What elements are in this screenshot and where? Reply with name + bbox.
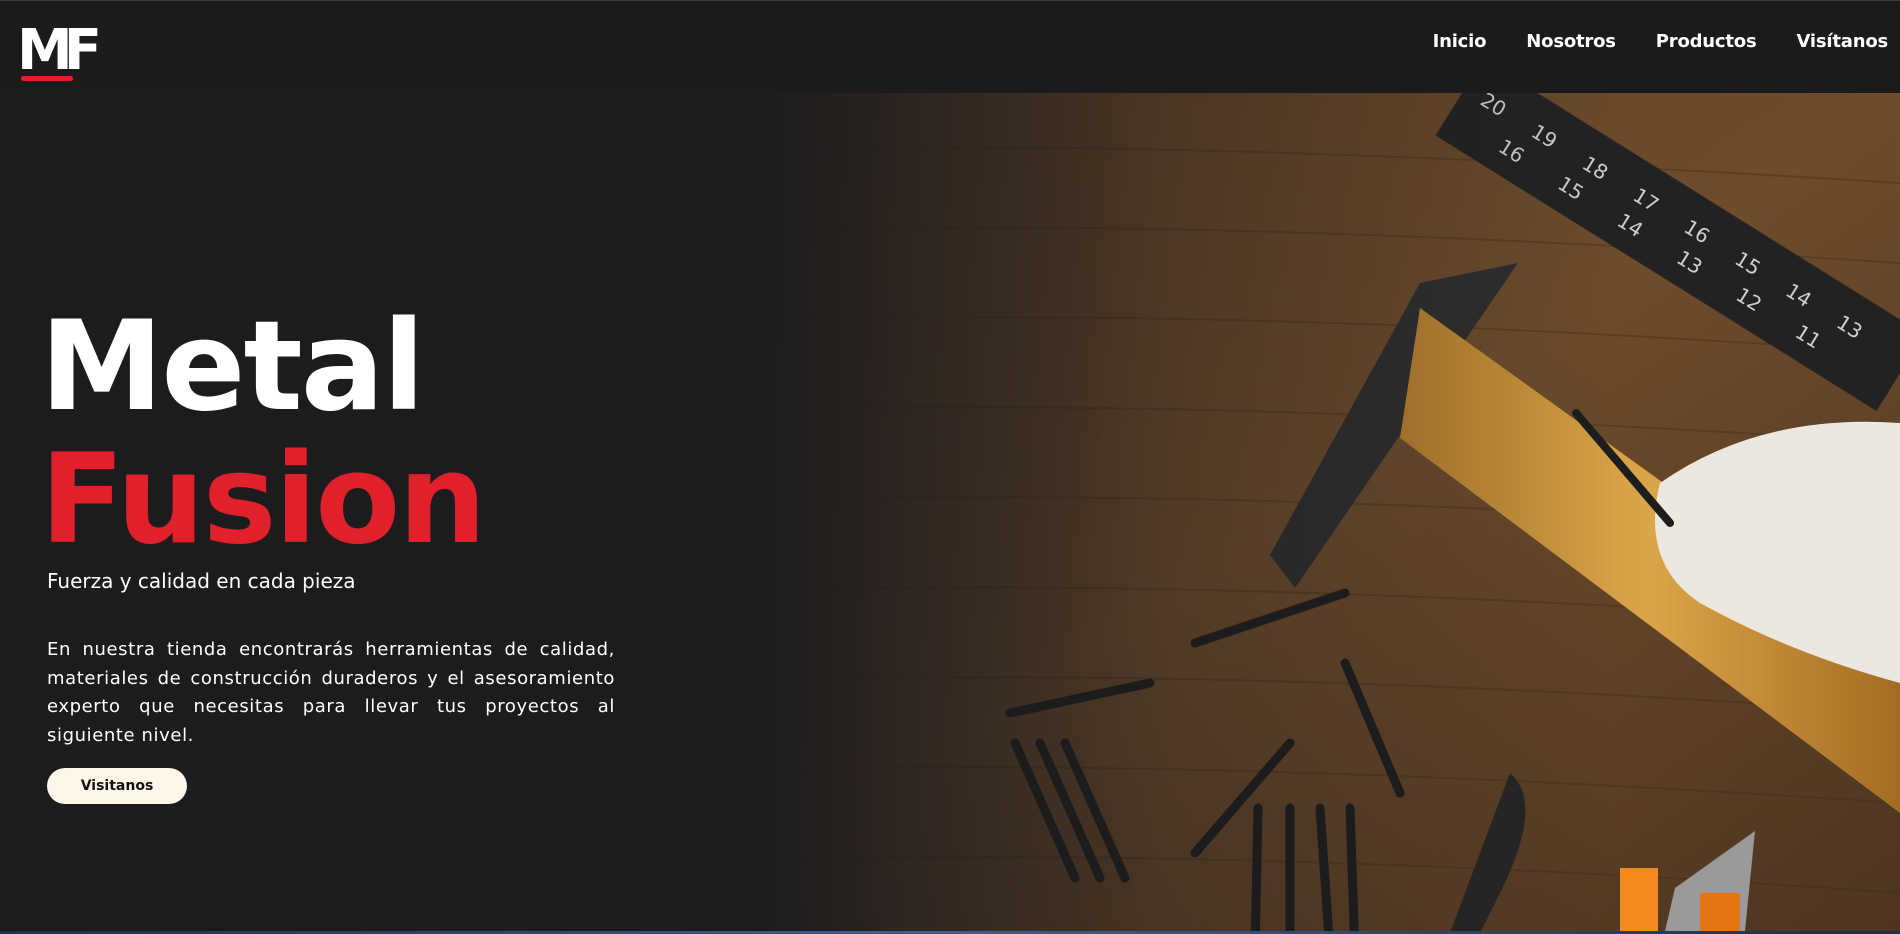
nav-link-visitanos[interactable]: Visítanos: [1796, 31, 1888, 52]
hero-title-metal: Metal: [40, 295, 425, 439]
logo-underline: [21, 76, 73, 81]
main-nav: Inicio Nosotros Productos Visítanos: [1433, 31, 1889, 52]
hero-subtitle: Fuerza y calidad en cada pieza: [47, 569, 356, 593]
hero-title-fusion: Fusion: [40, 428, 487, 572]
top-navbar: MF Inicio Nosotros Productos Visítanos: [0, 0, 1900, 93]
hero-section: 201918 171615 1413 161514 131211: [0, 93, 1900, 931]
hero-description: En nuestra tienda encontrarás herramient…: [47, 639, 615, 746]
nav-link-nosotros[interactable]: Nosotros: [1526, 31, 1616, 52]
visitanos-button[interactable]: Visitanos: [47, 768, 187, 804]
nav-link-productos[interactable]: Productos: [1656, 31, 1757, 52]
logo-text: MF: [17, 18, 102, 83]
brand-logo[interactable]: MF: [17, 18, 111, 83]
nav-link-inicio[interactable]: Inicio: [1433, 31, 1487, 52]
